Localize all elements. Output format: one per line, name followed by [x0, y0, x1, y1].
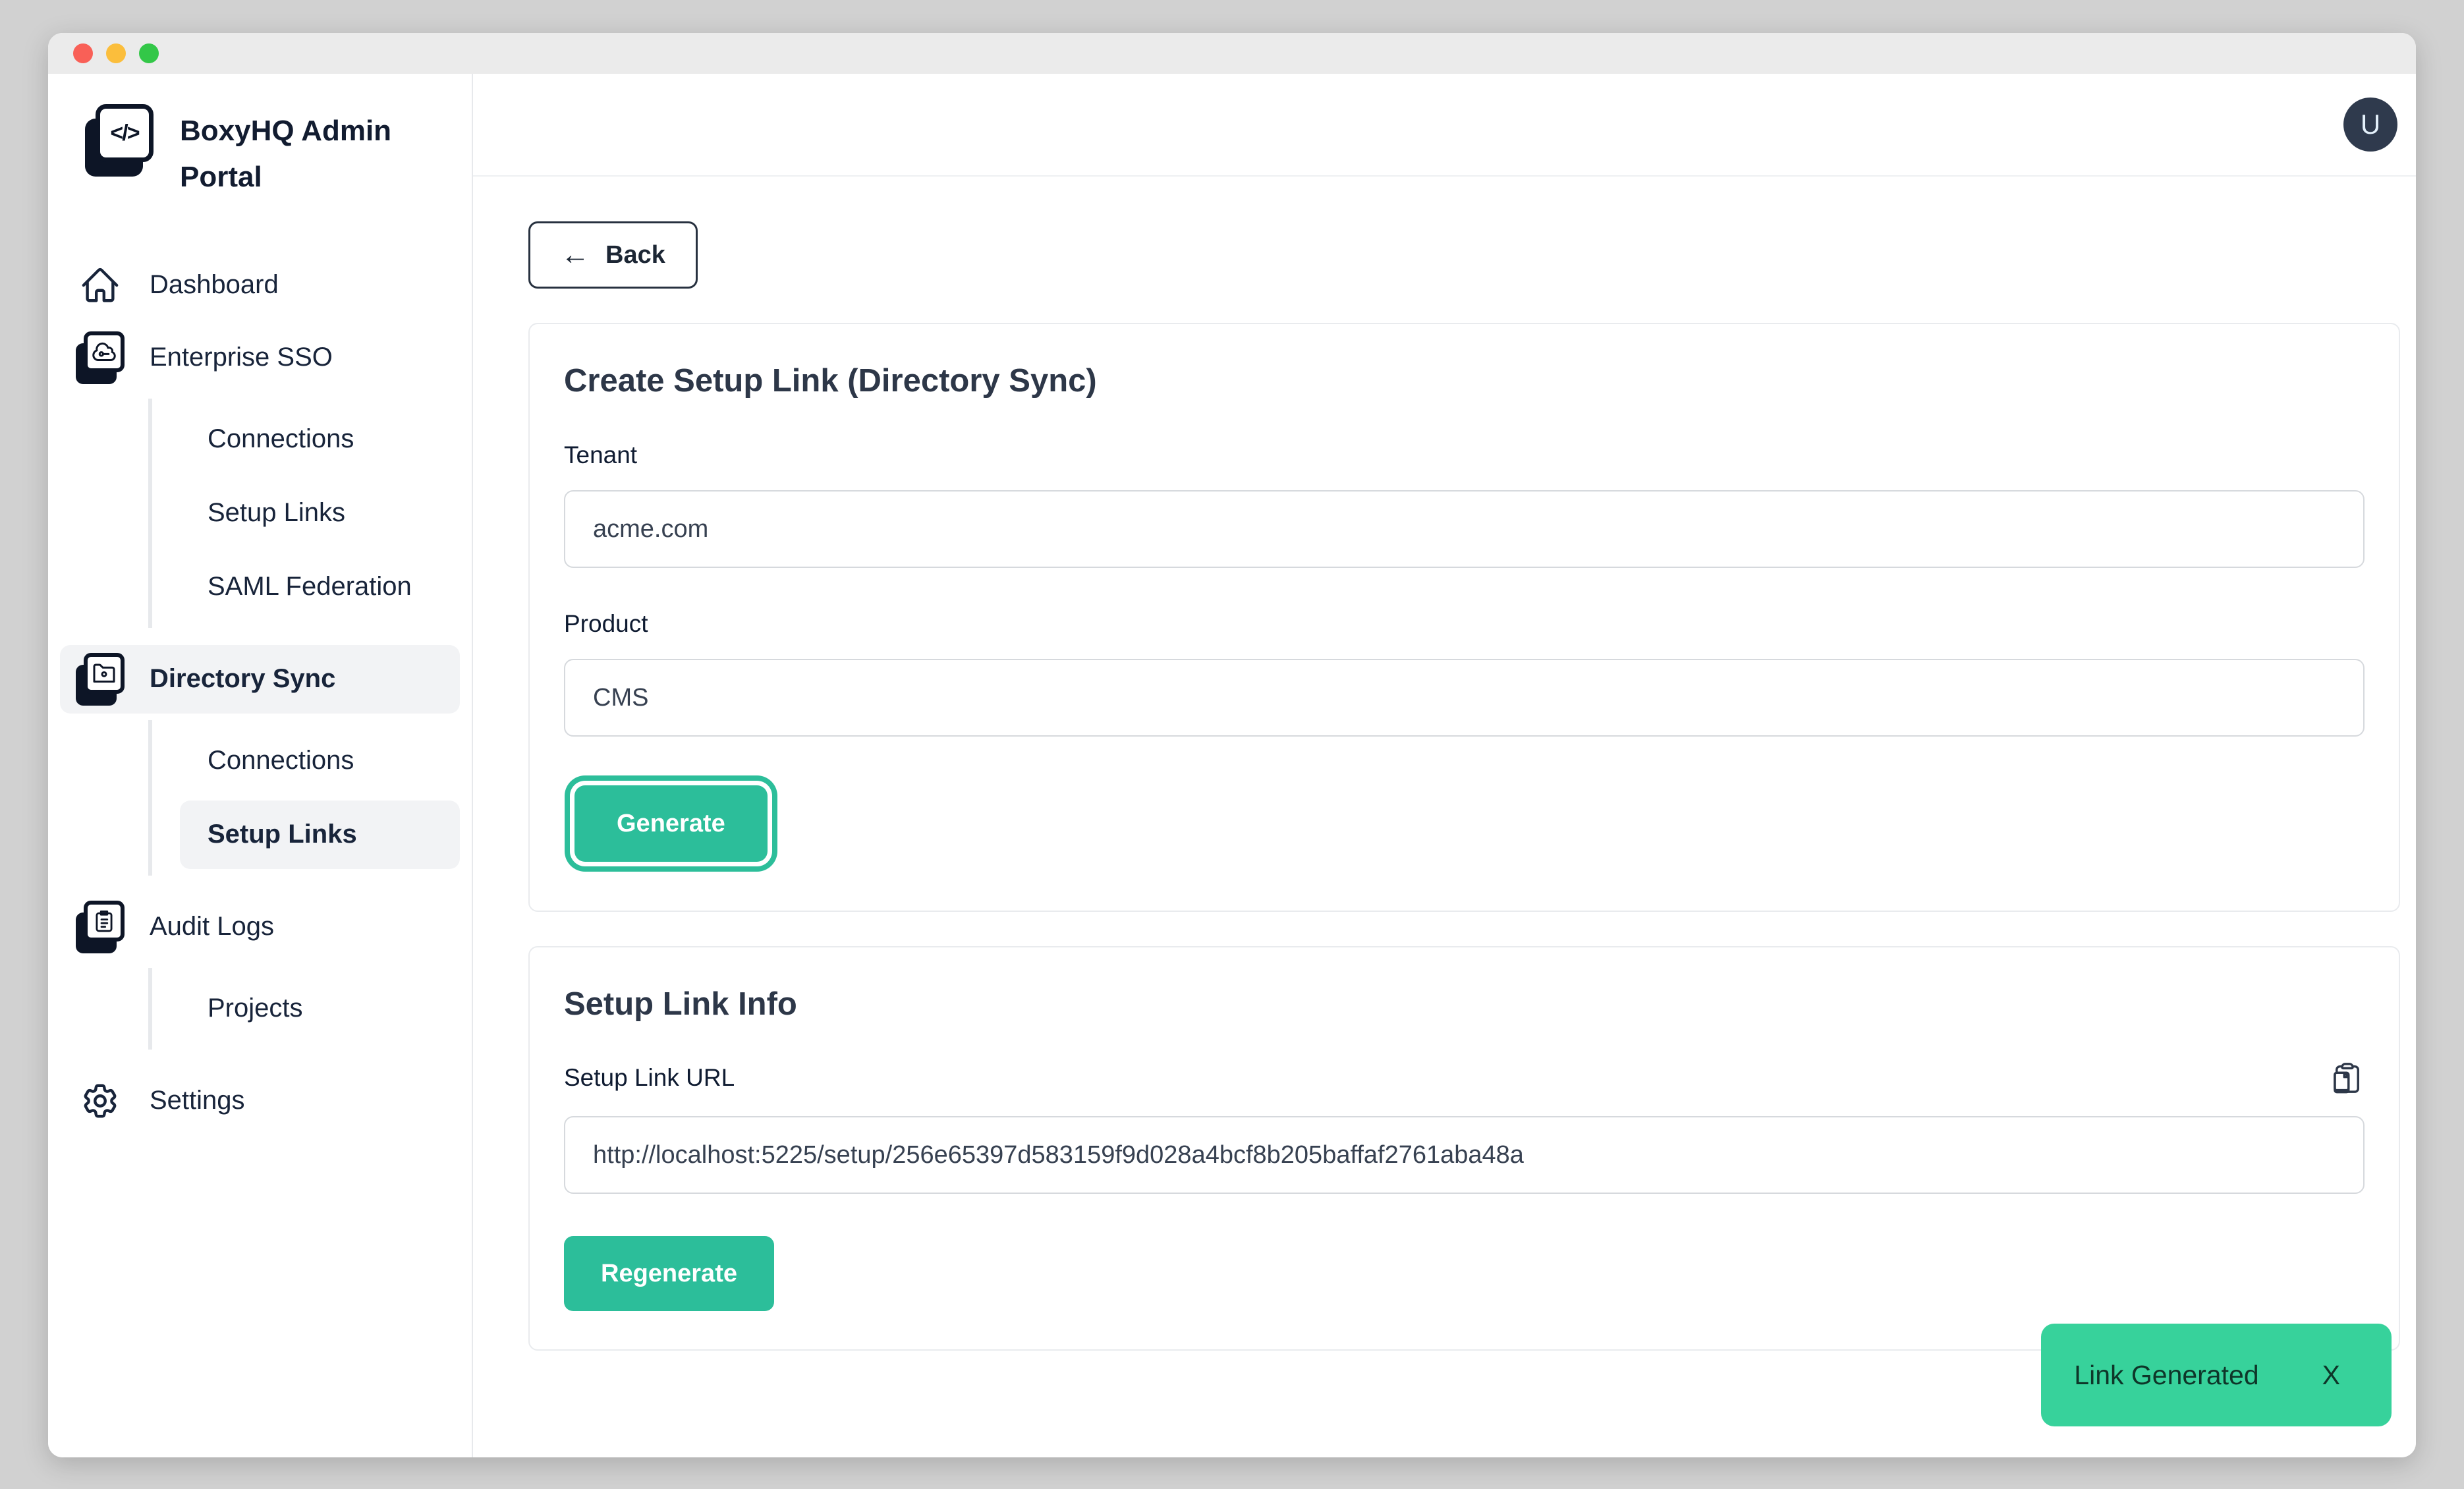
toast-message: Link Generated: [2074, 1360, 2258, 1391]
card-title: Setup Link Info: [564, 986, 2365, 1023]
sidebar-item-label: Dashboard: [150, 270, 279, 300]
link-generated-toast: Link Generated X: [2041, 1324, 2392, 1426]
sidebar-item-label: Audit Logs: [150, 912, 274, 941]
sso-cloud-key-keycap-icon: [74, 331, 126, 384]
app-window: </> BoxyHQ Admin Portal Dashboard: [48, 33, 2416, 1457]
sidebar-nav: Dashboard: [48, 251, 472, 1135]
toast-close-button[interactable]: X: [2322, 1360, 2340, 1391]
page-content: ← Back Create Setup Link (Directory Sync…: [473, 177, 2416, 1457]
titlebar: [48, 33, 2416, 74]
tenant-input[interactable]: [564, 490, 2365, 568]
minimize-window-button[interactable]: [106, 43, 126, 63]
sidebar-item-settings[interactable]: Settings: [60, 1067, 460, 1135]
sidebar-item-dashboard[interactable]: Dashboard: [60, 251, 460, 320]
setup-link-url-input[interactable]: [564, 1116, 2365, 1194]
product-label: Product: [564, 610, 2365, 638]
sidebar-item-label: Directory Sync: [150, 664, 335, 694]
copy-url-button[interactable]: [2330, 1061, 2365, 1095]
enterprise-sso-subnav: Connections Setup Links SAML Federation: [148, 399, 472, 628]
home-icon: [74, 265, 126, 306]
gear-icon: [74, 1081, 126, 1121]
sidebar-item-dsync-setup-links[interactable]: Setup Links: [180, 801, 460, 869]
folder-keycap-icon: [74, 653, 126, 706]
sidebar: </> BoxyHQ Admin Portal Dashboard: [48, 74, 473, 1457]
sub-item-label: Projects: [208, 994, 303, 1023]
sidebar-item-sso-setup-links[interactable]: Setup Links: [180, 479, 460, 548]
back-button[interactable]: ← Back: [528, 221, 698, 289]
sidebar-item-saml-federation[interactable]: SAML Federation: [180, 553, 460, 621]
main-header: U: [473, 74, 2416, 177]
card-title: Create Setup Link (Directory Sync): [564, 362, 2365, 399]
user-avatar[interactable]: U: [2343, 98, 2397, 152]
app-logo: </> BoxyHQ Admin Portal: [48, 104, 472, 201]
audit-logs-subnav: Projects: [148, 968, 472, 1050]
app-title: BoxyHQ Admin Portal: [180, 104, 445, 201]
sub-item-label: SAML Federation: [208, 572, 412, 602]
close-window-button[interactable]: [73, 43, 93, 63]
sub-item-label: Connections: [208, 424, 354, 454]
regenerate-button[interactable]: Regenerate: [564, 1236, 774, 1311]
product-input[interactable]: [564, 659, 2365, 737]
sidebar-item-label: Settings: [150, 1086, 245, 1115]
directory-sync-subnav: Connections Setup Links: [148, 720, 472, 876]
setup-link-info-card: Setup Link Info Setup Link URL: [528, 946, 2400, 1351]
sidebar-item-label: Enterprise SSO: [150, 343, 333, 372]
boxyhq-logo-icon: </>: [85, 104, 154, 177]
create-setup-link-card: Create Setup Link (Directory Sync) Tenan…: [528, 323, 2400, 912]
main-area: U ← Back Create Setup Link (Directory Sy…: [473, 74, 2416, 1457]
back-button-label: Back: [605, 241, 665, 269]
sub-item-label: Setup Links: [208, 498, 345, 528]
sidebar-item-sso-connections[interactable]: Connections: [180, 405, 460, 474]
generate-button[interactable]: Generate: [574, 785, 768, 862]
sub-item-label: Setup Links: [208, 820, 357, 849]
copy-clipboard-icon: [2330, 1061, 2365, 1095]
sidebar-item-enterprise-sso[interactable]: Enterprise SSO: [60, 323, 460, 392]
zoom-window-button[interactable]: [139, 43, 159, 63]
sub-item-label: Connections: [208, 746, 354, 775]
back-arrow-icon: ←: [561, 240, 590, 269]
sidebar-item-dsync-connections[interactable]: Connections: [180, 727, 460, 795]
tenant-label: Tenant: [564, 441, 2365, 469]
setup-link-url-label: Setup Link URL: [564, 1064, 735, 1092]
sidebar-item-projects[interactable]: Projects: [180, 974, 460, 1043]
sidebar-item-audit-logs[interactable]: Audit Logs: [60, 893, 460, 961]
clipboard-keycap-icon: [74, 901, 126, 953]
sidebar-item-directory-sync[interactable]: Directory Sync: [60, 645, 460, 714]
